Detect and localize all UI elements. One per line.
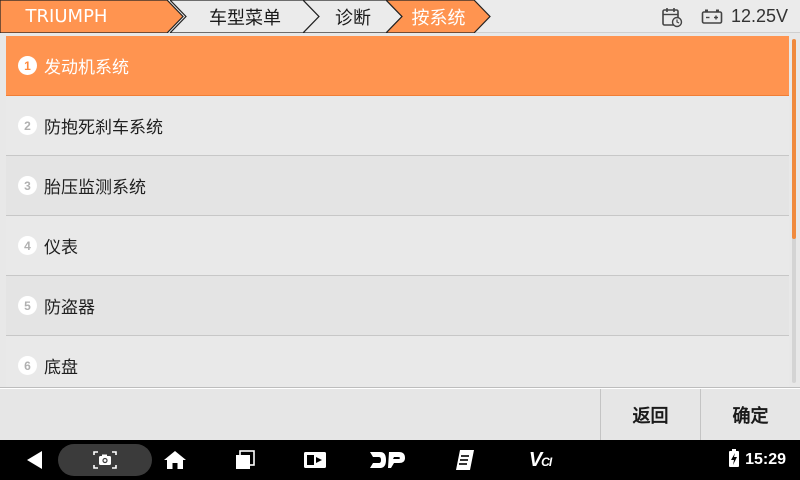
back-icon[interactable] (20, 440, 50, 480)
system-list-panel: 1 发动机系统 2 防抱死刹车系统 3 胎压监测系统 4 仪表 5 防盗器 6 … (0, 33, 800, 388)
recent-apps-icon[interactable] (230, 440, 260, 480)
breadcrumb-label: 诊断 (335, 7, 371, 29)
battery-charging-icon (729, 448, 740, 472)
confirm-button[interactable]: 确定 (700, 389, 800, 441)
system-nav-bar: VCI 15:29 (0, 440, 800, 480)
voltage-readout: 12.25V (730, 6, 788, 26)
screenshot-icon[interactable] (90, 440, 120, 480)
item-number-badge: 1 (18, 56, 37, 75)
list-item-chassis[interactable]: 6 底盘 (6, 336, 789, 387)
item-label: 防盗器 (44, 298, 95, 318)
item-label: 胎压监测系统 (44, 178, 146, 198)
video-icon[interactable] (300, 440, 330, 480)
dp-icon[interactable] (365, 440, 409, 480)
list-item-tpms-system[interactable]: 3 胎压监测系统 (6, 156, 789, 216)
action-bar: 返回 确定 (0, 388, 800, 441)
list-item-immobilizer[interactable]: 5 防盗器 (6, 276, 789, 336)
item-label: 仪表 (44, 238, 78, 258)
item-number-badge: 5 (18, 296, 37, 315)
list-item-engine-system[interactable]: 1 发动机系统 (6, 36, 789, 96)
breadcrumb-item-triumph[interactable]: TRIUMPH (0, 0, 185, 33)
battery-icon (701, 9, 723, 25)
item-number-badge: 3 (18, 176, 37, 195)
clipboard-icon[interactable] (450, 440, 480, 480)
back-button[interactable]: 返回 (600, 389, 700, 441)
item-number-badge: 6 (18, 356, 37, 375)
breadcrumb: TRIUMPH 车型菜单 诊断 按系统 12.25V (0, 0, 800, 33)
vci-sub: CI (541, 454, 552, 469)
vci-letter: V (528, 448, 542, 471)
wifi-icon (705, 450, 723, 471)
list-scrollbar[interactable] (792, 39, 796, 383)
clock: 15:29 (745, 451, 786, 468)
vci-label: VCI (528, 448, 552, 472)
system-list: 1 发动机系统 2 防抱死刹车系统 3 胎压监测系统 4 仪表 5 防盗器 6 … (6, 36, 789, 387)
nav-status-area: 15:29 (705, 440, 786, 480)
item-number-badge: 4 (18, 236, 37, 255)
breadcrumb-item-vehicle-menu[interactable]: 车型菜单 (170, 0, 320, 33)
item-label: 防抱死刹车系统 (44, 118, 163, 138)
scrollbar-thumb[interactable] (792, 39, 796, 239)
status-area: 12.25V (661, 0, 788, 33)
calendar-clock-icon[interactable] (661, 6, 683, 28)
home-icon[interactable] (160, 440, 190, 480)
breadcrumb-label: 按系统 (411, 7, 466, 29)
list-item-abs-system[interactable]: 2 防抱死刹车系统 (6, 96, 789, 156)
breadcrumb-item-by-system[interactable]: 按系统 (386, 0, 491, 33)
item-number-badge: 2 (18, 116, 37, 135)
item-label: 底盘 (44, 358, 78, 378)
breadcrumb-label: 车型菜单 (209, 7, 281, 29)
vci-icon[interactable]: VCI (520, 440, 560, 480)
breadcrumb-label: TRIUMPH (25, 6, 108, 27)
list-item-instrument[interactable]: 4 仪表 (6, 216, 789, 276)
item-label: 发动机系统 (44, 58, 129, 78)
